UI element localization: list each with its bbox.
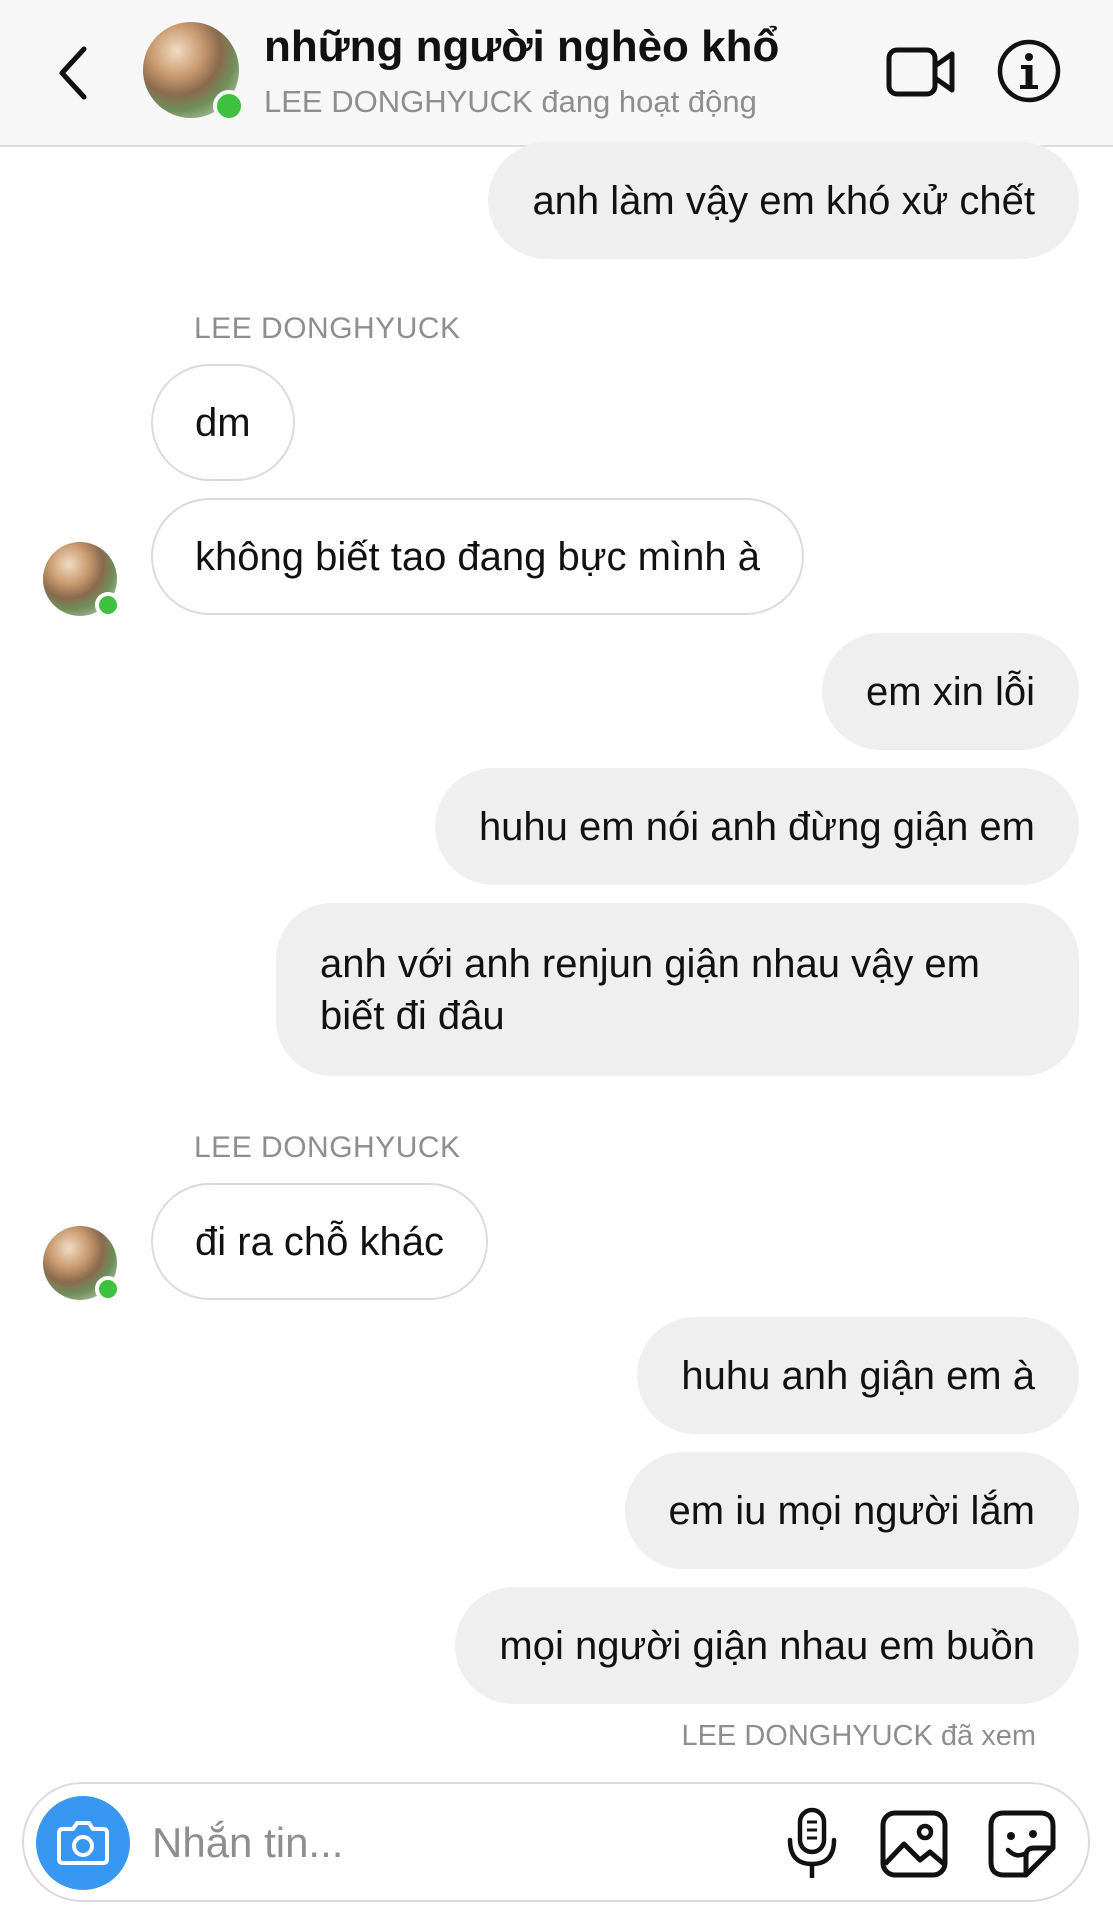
message-incoming[interactable]: dm [151, 364, 295, 481]
message-input[interactable] [152, 1812, 652, 1874]
voice-message-button[interactable] [782, 1806, 842, 1882]
message-composer [22, 1782, 1090, 1902]
online-status-dot [95, 1276, 121, 1302]
sender-name: LEE DONGHYUCK [194, 1131, 461, 1164]
message-outgoing[interactable]: mọi người giận nhau em buồn [455, 1587, 1079, 1704]
message-incoming[interactable]: đi ra chỗ khác [151, 1183, 489, 1300]
message-outgoing[interactable]: em iu mọi người lắm [624, 1452, 1079, 1569]
message-outgoing[interactable]: em xin lỗi [822, 633, 1079, 750]
image-gallery-icon [880, 1810, 948, 1878]
camera-icon [57, 1821, 109, 1865]
chevron-left-icon [59, 46, 87, 100]
sender-avatar[interactable] [43, 542, 121, 618]
info-button[interactable] [996, 38, 1062, 104]
info-icon [997, 39, 1061, 103]
online-status-dot [95, 592, 121, 618]
sticker-icon [988, 1810, 1056, 1878]
group-avatar[interactable] [143, 22, 245, 122]
message-outgoing[interactable]: huhu em nói anh đừng giận em [434, 768, 1079, 885]
seen-status: LEE DONGHYUCK đã xem [681, 1720, 1036, 1752]
sender-avatar[interactable] [43, 1226, 121, 1302]
sticker-button[interactable] [986, 1808, 1058, 1880]
conversation-header: những người nghèo khổ LEE DONGHYUCK đang… [0, 0, 1113, 147]
camera-button[interactable] [36, 1796, 130, 1890]
back-button[interactable] [48, 38, 98, 108]
message-incoming[interactable]: không biết tao đang bực mình à [151, 498, 804, 615]
video-call-button[interactable] [886, 44, 956, 100]
sender-name: LEE DONGHYUCK [194, 312, 461, 345]
online-status-dot [213, 90, 245, 122]
active-status: LEE DONGHYUCK đang hoạt động [264, 84, 757, 119]
microphone-icon [787, 1807, 837, 1878]
message-outgoing[interactable]: anh làm vậy em khó xử chết [488, 142, 1079, 259]
video-camera-icon [886, 47, 955, 97]
message-outgoing[interactable]: huhu anh giận em à [637, 1317, 1079, 1434]
message-outgoing[interactable]: anh với anh renjun giận nhau vậy em biết… [276, 903, 1079, 1076]
gallery-button[interactable] [878, 1808, 950, 1880]
conversation-title[interactable]: những người nghèo khổ [264, 22, 779, 72]
